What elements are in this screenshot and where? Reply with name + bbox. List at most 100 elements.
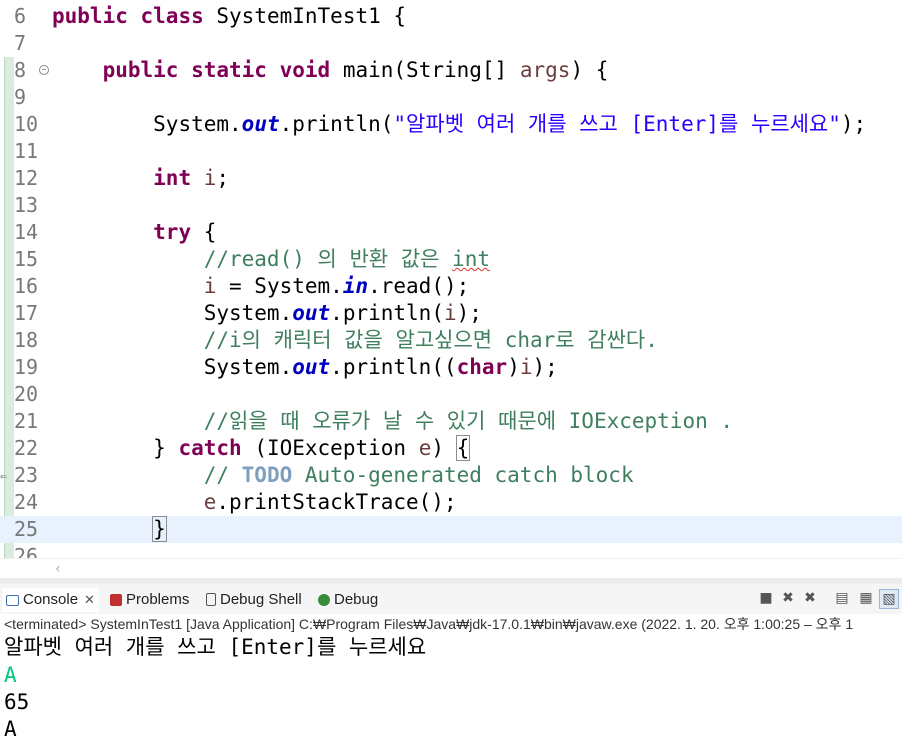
local-variable: i bbox=[203, 166, 217, 190]
code-editor[interactable]: 6 public class SystemInTest1 { 7 8 − pub… bbox=[0, 0, 902, 558]
tab-debug[interactable]: Debug bbox=[318, 588, 378, 612]
code-line-9[interactable]: 9 bbox=[0, 84, 902, 111]
console-line: A bbox=[4, 717, 17, 741]
keyword: char bbox=[456, 355, 508, 379]
code-text: try { bbox=[52, 219, 216, 246]
code-line-8[interactable]: 8 − public static void main(String[] arg… bbox=[0, 57, 902, 84]
code-line-10[interactable]: 10 System.out.println("알파벳 여러 개를 쓰고 [Ent… bbox=[0, 111, 902, 138]
static-field: out bbox=[241, 112, 280, 136]
static-field: in bbox=[342, 274, 369, 298]
scroll-left-icon[interactable]: ‹ bbox=[55, 561, 61, 577]
debug-icon bbox=[318, 594, 330, 606]
code-line-24[interactable]: 24 e.printStackTrace(); bbox=[0, 489, 902, 516]
code-token: ); bbox=[840, 112, 867, 136]
code-token: System. bbox=[203, 355, 293, 379]
local-variable: i bbox=[519, 355, 533, 379]
keyword: static bbox=[191, 58, 267, 82]
line-number: 14 bbox=[14, 220, 39, 244]
code-line-20[interactable]: 20 bbox=[0, 381, 902, 408]
code-text: public static void main(String[] args) { bbox=[52, 57, 609, 84]
code-line-11[interactable]: 11 bbox=[0, 138, 902, 165]
code-text: System.out.println((char)i); bbox=[52, 354, 558, 381]
code-line-13[interactable]: 13 bbox=[0, 192, 902, 219]
line-number: 22 bbox=[14, 436, 39, 460]
code-text: System.out.println(i); bbox=[52, 300, 482, 327]
line-number: 16 bbox=[14, 274, 39, 298]
clear-console-icon[interactable]: ▤ bbox=[833, 589, 851, 607]
code-line-17[interactable]: 17 System.out.println(i); bbox=[0, 300, 902, 327]
comment: //i의 캐릭터 값을 알고싶으면 char로 감싼다. bbox=[203, 328, 658, 352]
code-line-18[interactable]: 18 //i의 캐릭터 값을 알고싶으면 char로 감싼다. bbox=[0, 327, 902, 354]
code-line-19[interactable]: 19 System.out.println((char)i); bbox=[0, 354, 902, 381]
keyword: class bbox=[140, 4, 204, 28]
code-line-26[interactable]: 26 bbox=[0, 543, 902, 558]
code-line-6[interactable]: 6 public class SystemInTest1 { bbox=[0, 3, 902, 30]
scroll-lock-icon[interactable]: ▦ bbox=[857, 589, 875, 607]
code-text: //읽을 때 오류가 날 수 있기 때문에 IOException . bbox=[52, 408, 733, 435]
task-marker-icon[interactable]: ⇐ bbox=[0, 469, 7, 483]
line-number: 24 bbox=[14, 490, 39, 514]
code-line-15[interactable]: 15 //read() 의 반환 값은 int bbox=[0, 246, 902, 273]
keyword: public bbox=[52, 4, 128, 28]
code-line-14[interactable]: 14 try { bbox=[0, 219, 902, 246]
keyword: catch bbox=[178, 436, 242, 460]
keyword: try bbox=[153, 220, 192, 244]
code-text: //i의 캐릭터 값을 알고싶으면 char로 감싼다. bbox=[52, 327, 658, 354]
remove-all-terminated-icon[interactable]: ✖ bbox=[801, 589, 819, 607]
class-declaration: SystemInTest1 { bbox=[216, 4, 407, 28]
word-wrap-icon[interactable]: ▧ bbox=[879, 589, 899, 609]
code-text: // TODO Auto-generated catch block bbox=[52, 462, 634, 489]
code-token: { bbox=[191, 220, 217, 244]
code-line-16[interactable]: 16 i = System.in.read(); bbox=[0, 273, 902, 300]
line-number: 20 bbox=[14, 382, 39, 406]
line-number: 6 bbox=[14, 4, 27, 28]
horizontal-scrollbar[interactable]: ‹ bbox=[0, 558, 902, 579]
static-field: out bbox=[292, 355, 331, 379]
code-text: int i; bbox=[52, 165, 229, 192]
code-text: i = System.in.read(); bbox=[52, 273, 470, 300]
local-variable: i bbox=[203, 274, 217, 298]
console-output[interactable]: 알파벳 여러 개를 쓰고 [Enter]를 누르세요 A 65 A bbox=[0, 634, 902, 751]
tab-label: Console bbox=[23, 591, 79, 608]
spelling-warning-word: int bbox=[452, 247, 490, 271]
terminate-icon[interactable]: ■ bbox=[757, 589, 775, 607]
tab-label: Debug bbox=[334, 591, 379, 608]
line-number: 23 bbox=[14, 463, 39, 487]
code-token: .println(( bbox=[330, 355, 457, 379]
tab-debug-shell[interactable]: Debug Shell bbox=[206, 588, 302, 612]
tab-console[interactable]: Console ✕ bbox=[2, 588, 99, 612]
tab-label: Problems bbox=[126, 591, 190, 608]
code-token: ); bbox=[532, 355, 558, 379]
fold-collapse-icon[interactable]: − bbox=[39, 65, 49, 75]
code-line-23[interactable]: ⇐ 23 // TODO Auto-generated catch block bbox=[0, 462, 902, 489]
console-input-line: A bbox=[4, 663, 17, 687]
console-line: 알파벳 여러 개를 쓰고 [Enter]를 누르세요 bbox=[4, 635, 427, 659]
console-tab-bar: Console ✕ Problems Debug Shell Debug ■ ✖ … bbox=[0, 584, 902, 614]
code-text: System.out.println("알파벳 여러 개를 쓰고 [Enter]… bbox=[52, 111, 866, 138]
code-line-22[interactable]: 22 } catch (IOException e) { bbox=[0, 435, 902, 462]
line-number: 12 bbox=[14, 166, 39, 190]
code-line-25-current[interactable]: 25 } bbox=[0, 516, 902, 543]
problems-icon bbox=[110, 594, 122, 606]
line-number: 19 bbox=[14, 355, 39, 379]
line-number: 18 bbox=[14, 328, 39, 352]
code-line-12[interactable]: 12 int i; bbox=[0, 165, 902, 192]
code-text: public class SystemInTest1 { bbox=[52, 3, 406, 30]
code-token: ; bbox=[216, 166, 230, 190]
remove-launch-icon[interactable]: ✖ bbox=[779, 589, 797, 607]
line-number: 21 bbox=[14, 409, 39, 433]
line-number: 13 bbox=[14, 193, 39, 217]
matching-bracket: } bbox=[152, 516, 167, 542]
comment: // bbox=[203, 463, 242, 487]
code-text: } bbox=[52, 516, 168, 543]
local-variable: i bbox=[443, 301, 457, 325]
code-token: System. bbox=[203, 301, 293, 325]
line-number: 8 bbox=[14, 58, 27, 82]
close-icon[interactable]: ✕ bbox=[84, 592, 95, 607]
code-token: .println( bbox=[330, 301, 444, 325]
console-icon bbox=[6, 595, 19, 606]
line-number: 9 bbox=[14, 85, 27, 109]
tab-problems[interactable]: Problems bbox=[110, 588, 189, 612]
code-line-7[interactable]: 7 bbox=[0, 30, 902, 57]
code-line-21[interactable]: 21 //읽을 때 오류가 날 수 있기 때문에 IOException . bbox=[0, 408, 902, 435]
